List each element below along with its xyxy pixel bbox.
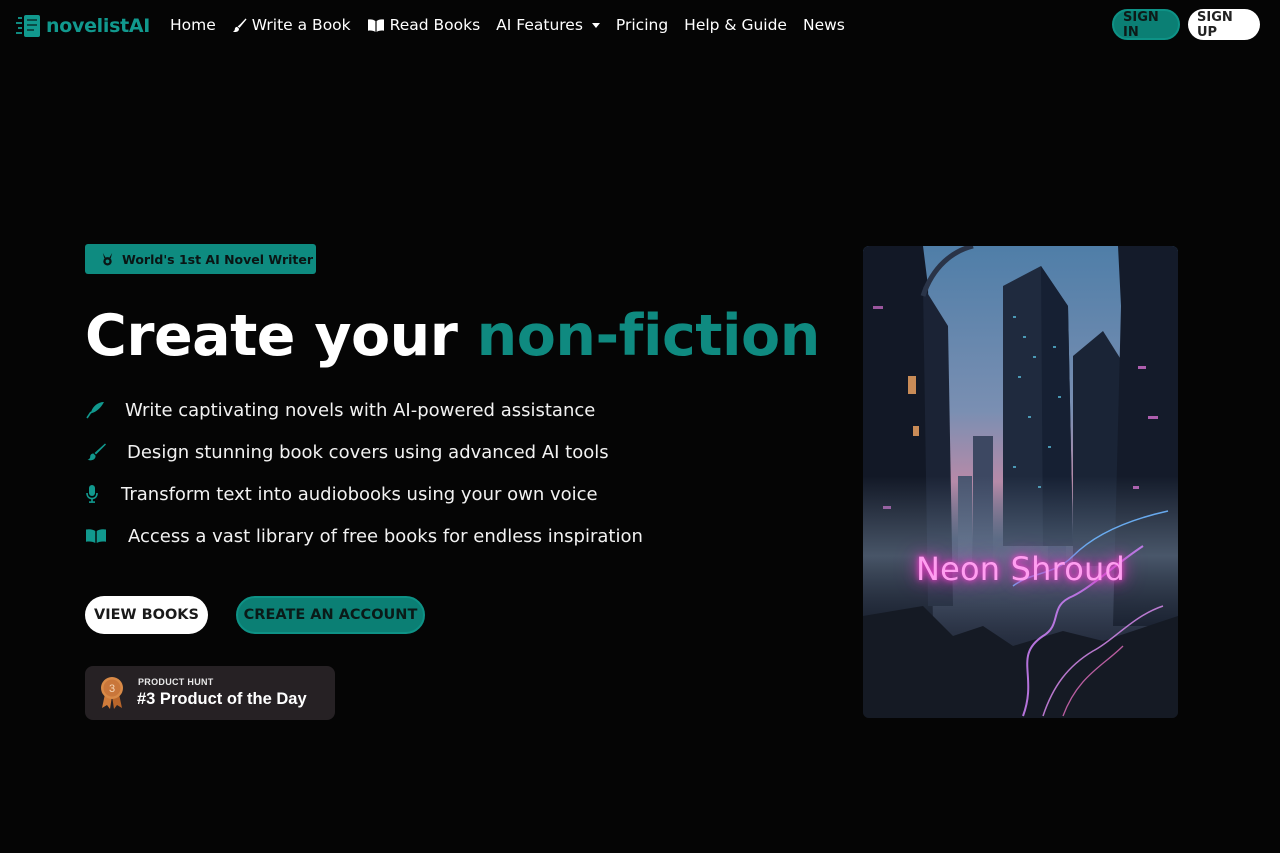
nav-pricing-label: Pricing <box>615 16 669 34</box>
feature-item: Write captivating novels with AI-powered… <box>85 396 643 424</box>
auth-buttons: SIGN IN SIGN UP <box>1112 9 1260 40</box>
chevron-down-icon <box>591 22 600 28</box>
brand-name: novelistAI <box>46 15 151 37</box>
product-hunt-badge[interactable]: 3 PRODUCT HUNT #3 Product of the Day <box>85 666 335 720</box>
feature-text: Design stunning book covers using advanc… <box>127 441 609 463</box>
nav-news-label: News <box>802 16 845 34</box>
book-cover-image[interactable]: Neon Shroud <box>863 246 1178 718</box>
microphone-icon <box>85 484 99 504</box>
feature-text: Transform text into audiobooks using you… <box>121 483 598 505</box>
open-book-icon <box>85 526 107 546</box>
nav-ai-features-dropdown[interactable]: AI Features <box>488 14 608 36</box>
navbar: novelistAI Home Write a Book Read Books … <box>0 0 1280 50</box>
hero-badge-label: World's 1st AI Novel Writer <box>122 251 314 267</box>
cover-title: Neon Shroud <box>915 550 1126 588</box>
feature-text: Access a vast library of free books for … <box>128 525 643 547</box>
medal-icon: 3 <box>101 677 123 709</box>
nav-read-books[interactable]: Read Books <box>359 14 489 36</box>
feature-list: Write captivating novels with AI-powered… <box>85 396 643 564</box>
medal-number: 3 <box>109 683 115 695</box>
product-hunt-label: PRODUCT HUNT <box>138 677 214 687</box>
book-stack-logo-icon <box>16 15 40 37</box>
nav-help-guide[interactable]: Help & Guide <box>676 14 795 36</box>
hero-badge: World's 1st AI Novel Writer <box>85 244 316 274</box>
sign-up-button[interactable]: SIGN UP <box>1188 9 1260 40</box>
nav-write-a-book-label: Write a Book <box>251 16 351 34</box>
sign-in-button[interactable]: SIGN IN <box>1112 9 1180 40</box>
hero-headline: Create your non-fiction <box>85 300 820 372</box>
feature-item: Transform text into audiobooks using you… <box>85 480 643 508</box>
nav-news[interactable]: News <box>795 14 853 36</box>
quill-icon <box>85 400 107 420</box>
nav-write-a-book[interactable]: Write a Book <box>224 14 359 36</box>
nav-home-label: Home <box>170 16 216 34</box>
nav-pricing[interactable]: Pricing <box>608 14 676 36</box>
create-account-button[interactable]: CREATE AN ACCOUNT <box>236 596 425 634</box>
feature-item: Design stunning book covers using advanc… <box>85 438 643 466</box>
nav-read-books-label: Read Books <box>389 16 481 34</box>
brand[interactable]: novelistAI <box>16 12 150 40</box>
product-hunt-rank: #3 Product of the Day <box>137 690 307 708</box>
feature-text: Write captivating novels with AI-powered… <box>125 399 596 421</box>
paintbrush-icon <box>85 442 107 462</box>
medal-icon <box>102 252 113 266</box>
view-books-button[interactable]: VIEW BOOKS <box>85 596 208 634</box>
nav-links: Home Write a Book Read Books AI Features… <box>162 14 853 36</box>
open-book-icon <box>367 18 384 32</box>
headline-lead: Create your <box>85 303 477 369</box>
nav-ai-features-label: AI Features <box>496 16 583 34</box>
cityscape-illustration <box>863 246 1178 718</box>
paintbrush-icon <box>232 17 247 32</box>
nav-home[interactable]: Home <box>162 14 224 36</box>
headline-accent: non-fiction <box>476 303 821 369</box>
nav-help-guide-label: Help & Guide <box>684 16 787 34</box>
feature-item: Access a vast library of free books for … <box>85 522 643 550</box>
